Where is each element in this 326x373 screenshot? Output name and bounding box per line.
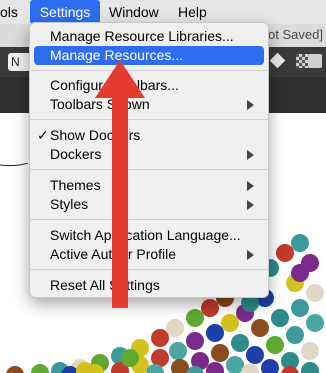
paint-dot bbox=[271, 309, 289, 327]
menu-item-label: Manage Resource Libraries... bbox=[50, 28, 234, 44]
paint-dot bbox=[246, 346, 264, 364]
menu-window[interactable]: Window bbox=[109, 0, 159, 24]
submenu-arrow-icon bbox=[247, 200, 254, 210]
paint-dot bbox=[276, 244, 294, 262]
menu-item-active-author-profile[interactable]: Active Author Profile bbox=[34, 245, 264, 264]
paint-dot bbox=[186, 332, 204, 350]
menu-item-manage-resources[interactable]: Manage Resources... bbox=[34, 46, 264, 65]
paint-dot bbox=[6, 366, 24, 373]
checkmark-icon: ✓ bbox=[37, 127, 49, 143]
menu-item-label: Dockers bbox=[50, 146, 102, 162]
menu-item-dockers[interactable]: Dockers bbox=[34, 145, 264, 164]
paint-dot bbox=[221, 314, 239, 332]
paint-dot bbox=[226, 356, 244, 373]
paint-dot bbox=[306, 284, 324, 302]
menu-item-label: Reset All Settings bbox=[50, 277, 160, 293]
menu-item-manage-resource-libraries[interactable]: Manage Resource Libraries... bbox=[34, 27, 264, 46]
paint-dot bbox=[171, 359, 189, 373]
paint-dot bbox=[201, 299, 219, 317]
paint-dot bbox=[291, 299, 309, 317]
menu-item-show-dockers[interactable]: ✓ Show Dockers bbox=[34, 126, 264, 145]
menu-item-configure-toolbars[interactable]: Configure Toolbars... bbox=[34, 76, 264, 95]
menu-item-label: Configure Toolbars... bbox=[50, 77, 179, 93]
menu-item-label: Themes bbox=[50, 177, 101, 193]
paint-dot bbox=[206, 362, 224, 373]
menu-item-label: Show Dockers bbox=[50, 127, 141, 143]
paint-dot bbox=[231, 334, 249, 352]
paint-dot bbox=[301, 342, 319, 360]
menu-separator bbox=[30, 119, 268, 120]
menu-separator bbox=[30, 219, 268, 220]
paint-dot bbox=[301, 362, 319, 373]
paint-dot bbox=[206, 324, 224, 342]
paint-dot bbox=[211, 344, 229, 362]
menu-settings[interactable]: Settings bbox=[30, 0, 100, 24]
chevron-icon[interactable] bbox=[308, 54, 322, 68]
paint-dot bbox=[169, 342, 187, 360]
menu-item-toolbars-shown[interactable]: Toolbars Shown bbox=[34, 95, 264, 114]
settings-menu-dropdown: Manage Resource Libraries... Manage Reso… bbox=[29, 22, 269, 298]
paint-dot bbox=[261, 359, 279, 373]
paint-dot bbox=[166, 319, 184, 337]
menu-item-label: Toolbars Shown bbox=[50, 96, 150, 112]
menu-tools[interactable]: ols bbox=[0, 0, 18, 24]
paint-dot bbox=[151, 329, 169, 347]
submenu-arrow-icon bbox=[247, 250, 254, 260]
eraser-icon[interactable] bbox=[269, 52, 286, 69]
menu-help[interactable]: Help bbox=[178, 0, 207, 24]
menu-item-styles[interactable]: Styles bbox=[34, 195, 264, 214]
paint-dot bbox=[186, 309, 204, 327]
paint-dot bbox=[31, 364, 49, 373]
paint-dot bbox=[251, 319, 269, 337]
paint-dot bbox=[291, 264, 309, 282]
menu-item-switch-language[interactable]: Switch Application Language... bbox=[34, 226, 264, 245]
menu-item-reset-all-settings[interactable]: Reset All Settings bbox=[34, 276, 264, 295]
paint-dot bbox=[291, 234, 309, 252]
paint-dot bbox=[286, 326, 304, 344]
submenu-arrow-icon bbox=[247, 100, 254, 110]
paint-dot bbox=[266, 336, 284, 354]
paint-dot bbox=[121, 349, 139, 367]
paint-dot bbox=[306, 314, 324, 332]
menu-separator bbox=[30, 269, 268, 270]
menu-separator bbox=[30, 70, 268, 71]
menu-separator bbox=[30, 169, 268, 170]
menu-item-label: Switch Application Language... bbox=[50, 227, 241, 243]
submenu-arrow-icon bbox=[247, 181, 254, 191]
menu-item-label: Manage Resources... bbox=[50, 47, 184, 63]
menu-item-themes[interactable]: Themes bbox=[34, 176, 264, 195]
menu-item-label: Active Author Profile bbox=[50, 246, 177, 262]
submenu-arrow-icon bbox=[247, 150, 254, 160]
menu-item-label: Styles bbox=[50, 196, 89, 212]
